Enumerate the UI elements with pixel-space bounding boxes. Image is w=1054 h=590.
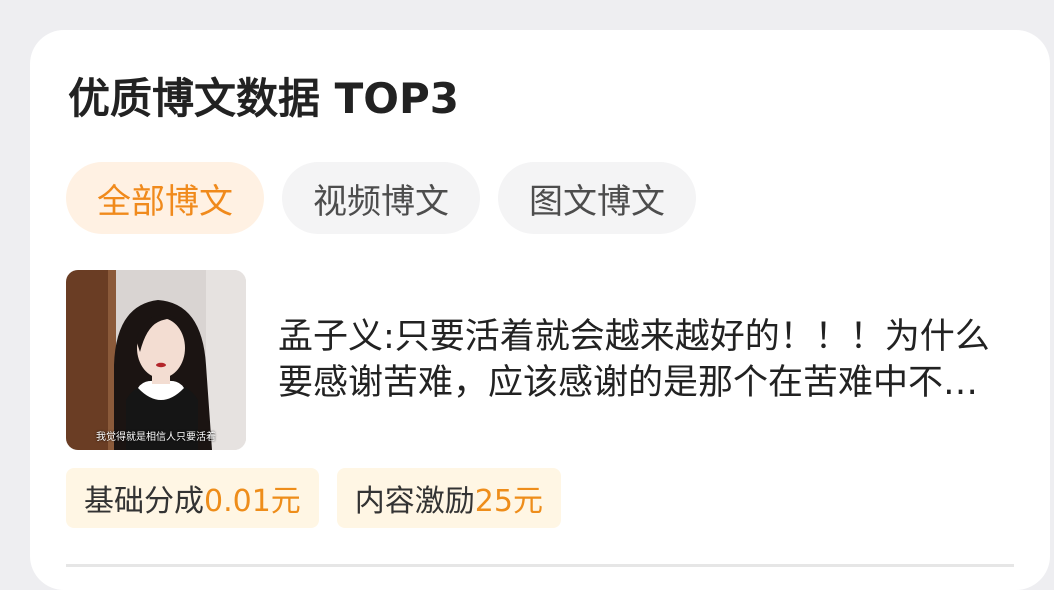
base-revenue-value: 0.01元 xyxy=(204,484,301,519)
post-title[interactable]: 孟子义:只要活着就会越来越好的！！！为什么要感谢苦难，应该感谢的是那个在苦难中不… xyxy=(278,314,998,406)
base-revenue-label: 基础分成 xyxy=(84,484,204,519)
tab-video-posts[interactable]: 视频博文 xyxy=(282,162,480,234)
tab-all-posts[interactable]: 全部博文 xyxy=(66,162,264,234)
content-incentive-badge: 内容激励 25元 xyxy=(336,468,561,528)
thumbnail-caption: 我觉得就是相信人只要活着 xyxy=(96,432,216,443)
base-revenue-badge: 基础分成 0.01元 xyxy=(66,468,319,528)
section-title: 优质博文数据 TOP3 xyxy=(68,74,459,123)
earnings-stats: 基础分成 0.01元 内容激励 25元 xyxy=(66,468,561,528)
content-incentive-value: 25元 xyxy=(474,484,543,519)
divider xyxy=(66,564,1014,567)
post-thumbnail[interactable]: 我觉得就是相信人只要活着 xyxy=(66,270,246,450)
content-incentive-label: 内容激励 xyxy=(354,484,475,519)
top-posts-card: 优质博文数据 TOP3 全部博文 视频博文 图文博文 我觉得就是相信人只要活着 … xyxy=(30,30,1050,590)
tab-image-text-posts[interactable]: 图文博文 xyxy=(498,162,696,234)
post-type-tabs: 全部博文 视频博文 图文博文 xyxy=(66,162,696,234)
